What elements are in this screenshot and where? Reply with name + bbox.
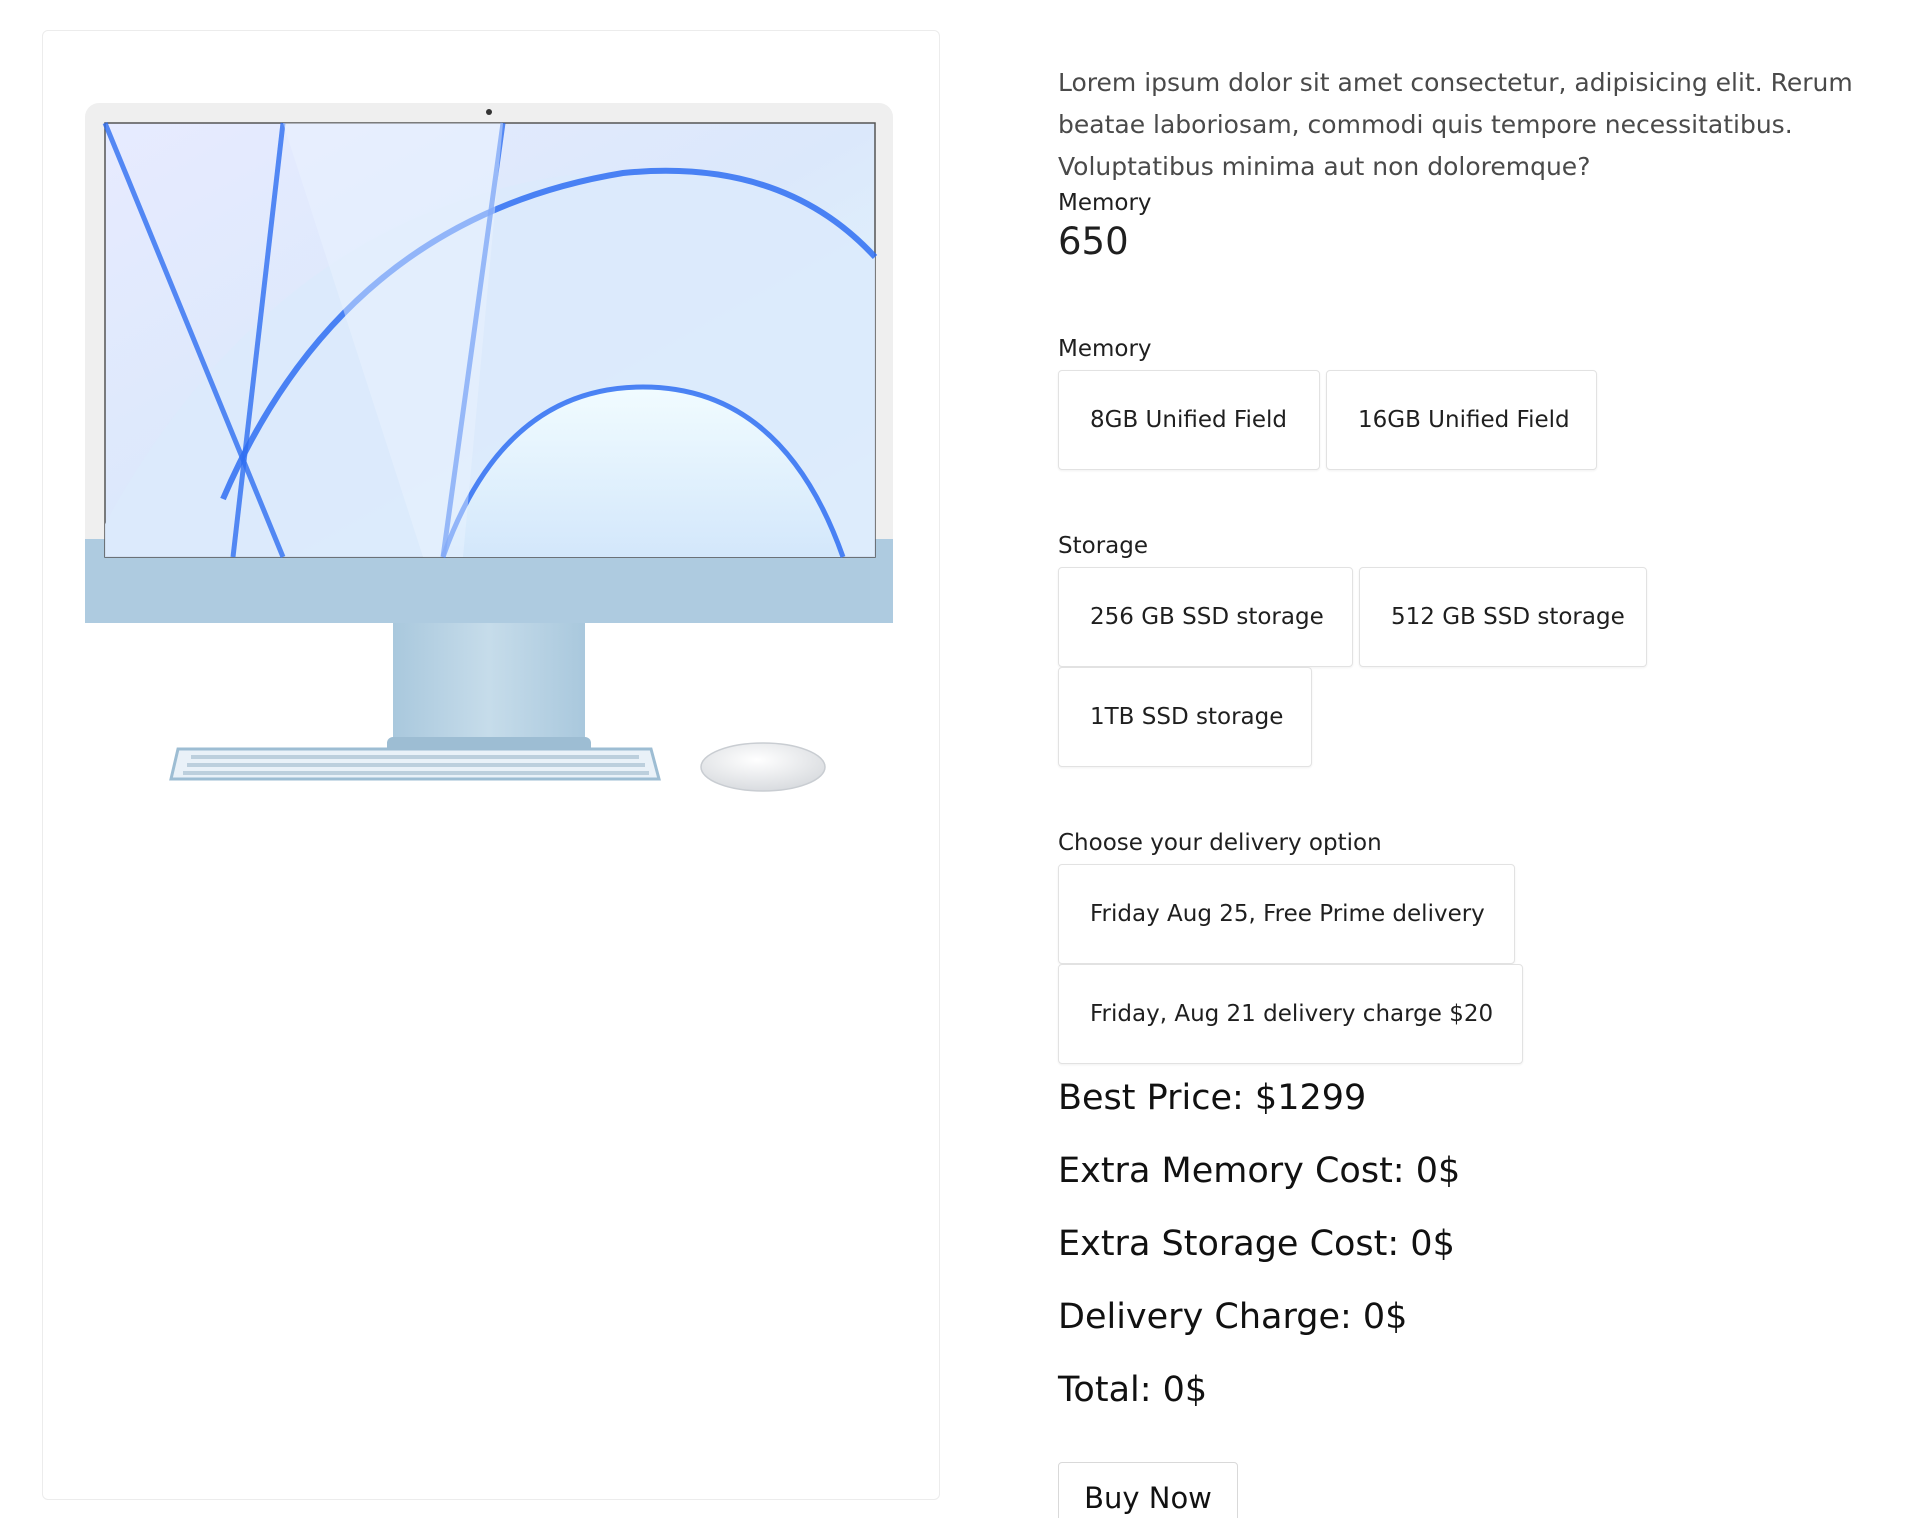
best-price: Best Price: $1299 xyxy=(1058,1078,1367,1118)
extra-memory-cost: Extra Memory Cost: 0$ xyxy=(1058,1151,1461,1191)
memory-option-16gb[interactable]: 16GB Unified Field xyxy=(1326,370,1597,470)
delivery-option-free-prime[interactable]: Friday Aug 25, Free Prime delivery xyxy=(1058,864,1515,964)
imac-product-image-icon xyxy=(85,103,893,792)
storage-section-label: Storage xyxy=(1058,533,1148,559)
storage-option-256gb[interactable]: 256 GB SSD storage xyxy=(1058,567,1353,667)
product-config-panel: Lorem ipsum dolor sit amet consectetur, … xyxy=(1058,62,1858,263)
memory-heading: Memory xyxy=(1058,190,1152,216)
memory-section-label: Memory xyxy=(1058,336,1152,362)
memory-value: 650 xyxy=(1058,220,1129,263)
storage-option-512gb[interactable]: 512 GB SSD storage xyxy=(1359,567,1647,667)
product-image-card xyxy=(42,30,940,1500)
delivery-option-charged[interactable]: Friday, Aug 21 delivery charge $20 xyxy=(1058,964,1523,1064)
extra-storage-cost: Extra Storage Cost: 0$ xyxy=(1058,1224,1455,1264)
product-description: Lorem ipsum dolor sit amet consectetur, … xyxy=(1058,68,1853,181)
product-page: Lorem ipsum dolor sit amet consectetur, … xyxy=(0,0,1920,1518)
storage-option-1tb[interactable]: 1TB SSD storage xyxy=(1058,667,1312,767)
total-cost: Total: 0$ xyxy=(1058,1370,1208,1410)
delivery-charge: Delivery Charge: 0$ xyxy=(1058,1297,1408,1337)
buy-now-button[interactable]: Buy Now xyxy=(1058,1462,1238,1518)
delivery-section-label: Choose your delivery option xyxy=(1058,830,1382,856)
memory-option-8gb[interactable]: 8GB Unified Field xyxy=(1058,370,1320,470)
